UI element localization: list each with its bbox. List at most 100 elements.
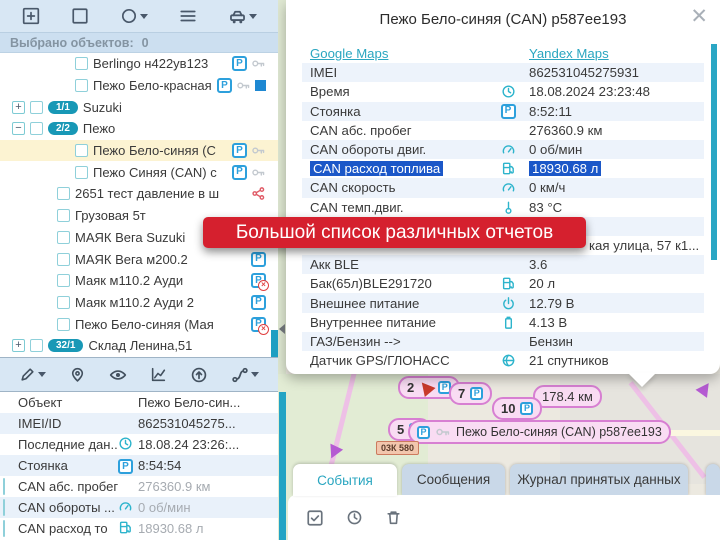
item-checkbox[interactable] — [30, 339, 43, 352]
map-cluster-marker[interactable]: 7 P — [449, 382, 492, 405]
tree-item[interactable]: +1/1Suzuki — [0, 96, 278, 118]
item-checkbox[interactable] — [30, 101, 43, 114]
item-checkbox[interactable] — [75, 79, 88, 92]
item-checkbox[interactable] — [75, 144, 88, 157]
tab-messages[interactable]: Сообщения — [402, 464, 505, 495]
count-badge: 1/1 — [48, 101, 78, 114]
popup-row[interactable]: CAN абс. пробег276360.9 км — [302, 121, 704, 140]
google-maps-link[interactable]: Google Maps — [310, 46, 388, 61]
expand-plus-icon[interactable]: + — [12, 101, 25, 114]
popup-row[interactable]: Датчик GPS/ГЛОНАСС21 спутников — [302, 351, 704, 370]
yandex-maps-link[interactable]: Yandex Maps — [529, 46, 609, 61]
param-value: кая улица, 57 к1... — [589, 238, 699, 253]
popup-row[interactable]: IMEI862531045275931 — [302, 63, 704, 82]
info-row[interactable]: Последние дан...18.08.24 23:26:... — [0, 434, 278, 455]
object-label: Маяк м110.2 Ауди — [75, 273, 183, 288]
info-row[interactable]: CAN абс. пробег276360.9 км — [0, 476, 278, 497]
popup-row[interactable]: Внешнее питание12.79 В — [302, 293, 704, 312]
item-checkbox[interactable] — [57, 274, 70, 287]
object-label: Пежо Бело-синяя (С — [93, 143, 216, 158]
object-label: Грузовая 5т — [75, 208, 146, 223]
collapse-minus-icon[interactable]: − — [12, 122, 25, 135]
close-icon[interactable]: ✕ — [690, 6, 708, 27]
battery-icon — [498, 315, 518, 330]
edit-button[interactable] — [19, 366, 46, 383]
road-number: 03К 580 — [381, 443, 414, 453]
item-checkbox[interactable] — [57, 296, 70, 309]
tree-item[interactable]: МАЯК Вега м200.2P — [0, 248, 278, 270]
item-checkbox[interactable] — [30, 122, 43, 135]
popup-row[interactable]: Время18.08.2024 23:23:48 — [302, 82, 704, 101]
info-row[interactable]: IMEI/ID862531045275... — [0, 413, 278, 434]
tab-events[interactable]: События — [293, 464, 397, 496]
popup-row[interactable]: ГАЗ/Бензин -->Бензин — [302, 332, 704, 351]
distance-text: 178.4 км — [542, 389, 593, 404]
param-label: CAN расход то — [18, 521, 118, 536]
list-view-icon[interactable] — [179, 7, 197, 25]
popup-row[interactable]: Бак(65л)BLE29172020 л — [302, 274, 704, 293]
send-command-icon[interactable] — [190, 366, 208, 384]
item-checkbox[interactable] — [75, 166, 88, 179]
popup-row[interactable]: CAN расход топлива18930.68 л — [302, 159, 704, 178]
location-pin-icon[interactable] — [69, 366, 86, 383]
collapse-panel-icon[interactable] — [279, 324, 285, 334]
checkbox-checked-icon[interactable] — [306, 509, 324, 527]
tree-scrollbar[interactable] — [271, 330, 278, 357]
expand-plus-icon[interactable]: + — [12, 339, 25, 352]
item-checkbox[interactable] — [57, 187, 70, 200]
tree-item[interactable]: 2651 тест давление в ш — [0, 183, 278, 205]
tree-item[interactable]: Маяк м110.2 Ауди 2P — [0, 292, 278, 314]
map-distance-label[interactable]: 178.4 км — [533, 385, 602, 408]
map-vehicle-marker[interactable]: P Пежо Бело-синяя (CAN) p587ee193 — [408, 420, 671, 444]
tree-item[interactable]: Маяк м110.2 АудиP — [0, 270, 278, 292]
info-row[interactable]: CAN расход то18930.68 л — [0, 518, 278, 539]
item-badges: P — [232, 143, 266, 158]
popup-row[interactable]: CAN темп.двиг. 83 °C — [302, 198, 704, 217]
tree-item[interactable]: Пежо Бело-синяя (МаяP — [0, 313, 278, 335]
chart-icon[interactable] — [150, 366, 167, 383]
popup-row[interactable]: СтоянкаP8:52:11 — [302, 102, 704, 121]
param-value: 83 °C — [529, 200, 562, 215]
map-cluster-marker[interactable]: 10 P — [492, 397, 542, 420]
info-row[interactable]: CAN обороты ...0 об/мин — [0, 497, 278, 518]
item-checkbox[interactable] — [75, 57, 88, 70]
popup-row[interactable]: Акк BLE3.6 — [302, 255, 704, 274]
popup-row[interactable]: CAN скорость0 км/ч — [302, 178, 704, 197]
popup-title: Пежо Бело-синяя (CAN) p587ee193 — [286, 0, 720, 28]
info-row[interactable]: ОбъектПежо Бело-син... — [0, 392, 278, 413]
tree-item[interactable]: Пежо Бело-краснаяP — [0, 75, 278, 97]
param-label: Стоянка — [310, 104, 361, 119]
tree-item[interactable]: −2/2Пежо — [0, 118, 278, 140]
item-checkbox[interactable] — [57, 209, 70, 222]
eye-icon[interactable] — [109, 366, 127, 384]
item-checkbox[interactable] — [57, 231, 70, 244]
vehicle-filter-button[interactable] — [228, 7, 257, 26]
param-value: 3.6 — [529, 257, 547, 272]
tab-partial[interactable] — [706, 464, 720, 495]
param-label: CAN темп.двиг. — [310, 200, 404, 215]
popup-row[interactable]: CAN обороты двиг.0 об/мин — [302, 140, 704, 159]
tree-item[interactable]: Пежо Бело-синяя (С P — [0, 140, 278, 162]
circle-select-button[interactable] — [120, 7, 148, 25]
clock-icon[interactable] — [346, 509, 363, 526]
route-button[interactable] — [231, 366, 259, 384]
popup-scrollbar[interactable] — [711, 44, 717, 260]
tree-item[interactable]: Пежо Синяя (CAN) сP — [0, 161, 278, 183]
info-row[interactable]: СтоянкаP8:54:54 — [0, 455, 278, 476]
tab-data-log[interactable]: Журнал принятых данных — [510, 464, 688, 495]
info-panel-scrollbar[interactable] — [279, 392, 286, 540]
add-square-icon[interactable] — [22, 7, 40, 25]
param-checkbox[interactable] — [3, 499, 5, 516]
square-select-icon[interactable] — [71, 7, 89, 25]
param-checkbox[interactable] — [3, 478, 5, 495]
item-checkbox[interactable] — [57, 318, 70, 331]
p-icon: P — [498, 104, 518, 119]
tree-item[interactable]: +32/1Склад Ленина,51 — [0, 335, 278, 357]
popup-row[interactable]: Внутреннее питание4.13 В — [302, 313, 704, 332]
fuel-icon — [498, 276, 518, 291]
item-badges: P — [217, 78, 266, 93]
tree-item[interactable]: Berlingo н422ув123P — [0, 53, 278, 75]
trash-icon[interactable] — [385, 509, 402, 526]
param-checkbox[interactable] — [3, 520, 5, 537]
item-checkbox[interactable] — [57, 253, 70, 266]
